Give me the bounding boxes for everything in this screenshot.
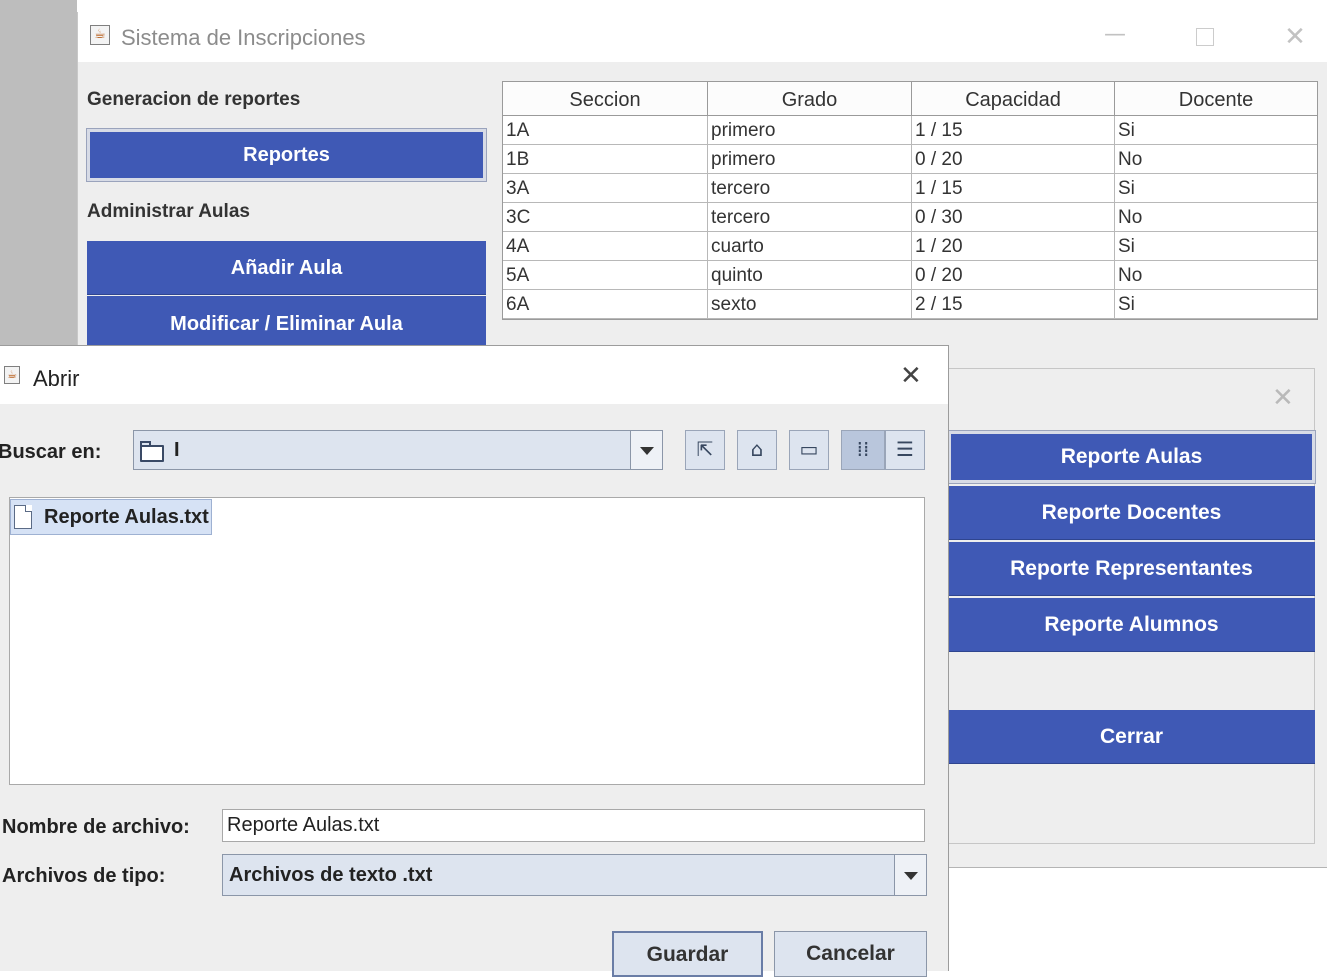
cell-capacidad: 1 / 20 — [912, 232, 1115, 261]
cell-capacidad: 2 / 15 — [912, 290, 1115, 319]
cell-seccion: 6A — [503, 290, 708, 319]
cell-capacidad: 0 / 30 — [912, 203, 1115, 232]
table-row[interactable]: 6A sexto 2 / 15 Si — [503, 290, 1317, 319]
desktop-background — [0, 0, 77, 345]
file-name: Reporte Aulas.txt — [44, 506, 209, 528]
table-row[interactable]: 1A primero 1 / 15 Si — [503, 116, 1317, 145]
new-folder-icon[interactable]: ▭ — [789, 430, 829, 470]
file-list[interactable]: Reporte Aulas.txt — [9, 497, 925, 785]
list-view-icon[interactable]: ⁞⁞ — [841, 430, 885, 470]
file-item[interactable]: Reporte Aulas.txt — [10, 499, 212, 535]
table-row[interactable]: 1B primero 0 / 20 No — [503, 145, 1317, 174]
cerrar-button[interactable]: Cerrar — [948, 710, 1315, 764]
column-header-seccion[interactable]: Seccion — [503, 82, 708, 116]
add-aula-button[interactable]: Añadir Aula — [87, 241, 486, 295]
cell-grado: cuarto — [708, 232, 912, 261]
main-window-title: Sistema de Inscripciones — [121, 25, 366, 50]
aulas-heading: Administrar Aulas — [87, 201, 250, 222]
dialog-close-icon[interactable]: ✕ — [900, 361, 922, 391]
reports-close-icon[interactable]: ✕ — [1272, 383, 1294, 413]
cell-docente: No — [1115, 145, 1317, 174]
cell-docente: Si — [1115, 290, 1317, 319]
cell-docente: Si — [1115, 232, 1317, 261]
look-in-label: Buscar en: — [0, 441, 102, 463]
close-icon[interactable]: ✕ — [1280, 22, 1310, 52]
filetype-label: Archivos de tipo: — [2, 865, 166, 887]
column-header-capacidad[interactable]: Capacidad — [912, 82, 1115, 116]
cell-seccion: 1A — [503, 116, 708, 145]
file-icon — [14, 505, 32, 529]
aulas-table[interactable]: Seccion Grado Capacidad Docente 1A prime… — [502, 81, 1318, 320]
cell-docente: No — [1115, 261, 1317, 290]
guardar-button[interactable]: Guardar — [612, 931, 763, 977]
table-row[interactable]: 3C tercero 0 / 30 No — [503, 203, 1317, 232]
up-folder-icon[interactable]: ⇱ — [685, 430, 725, 470]
look-in-value: I — [174, 439, 180, 461]
cell-grado: primero — [708, 145, 912, 174]
filename-field[interactable]: Reporte Aulas.txt — [222, 809, 925, 842]
filetype-combo[interactable]: Archivos de texto .txt — [222, 854, 927, 896]
filetype-value: Archivos de texto .txt — [229, 864, 433, 886]
dialog-title: Abrir — [33, 366, 80, 391]
reporte-alumnos-button[interactable]: Reporte Alumnos — [948, 598, 1315, 652]
reports-heading: Generacion de reportes — [87, 89, 301, 110]
filename-label: Nombre de archivo: — [2, 816, 190, 838]
table-header: Seccion Grado Capacidad Docente — [503, 82, 1317, 116]
home-icon[interactable]: ⌂ — [737, 430, 777, 470]
cell-capacidad: 0 / 20 — [912, 145, 1115, 174]
table-row[interactable]: 5A quinto 0 / 20 No — [503, 261, 1317, 290]
look-in-combo[interactable]: I — [133, 430, 663, 470]
dialog-title-bar: ☕ Abrir ✕ — [0, 346, 948, 404]
cell-capacidad: 1 / 15 — [912, 116, 1115, 145]
chevron-down-icon[interactable] — [894, 855, 926, 895]
maximize-icon[interactable] — [1190, 22, 1220, 52]
reporte-docentes-button[interactable]: Reporte Docentes — [948, 486, 1315, 540]
cancelar-button[interactable]: Cancelar — [774, 931, 927, 977]
chevron-down-icon[interactable] — [630, 431, 662, 469]
table-row[interactable]: 3A tercero 1 / 15 Si — [503, 174, 1317, 203]
cell-grado: tercero — [708, 174, 912, 203]
cell-seccion: 4A — [503, 232, 708, 261]
cell-seccion: 3A — [503, 174, 708, 203]
main-title-bar: ☕ Sistema de Inscripciones — ✕ — [78, 12, 1327, 62]
table-row[interactable]: 4A cuarto 1 / 20 Si — [503, 232, 1317, 261]
java-app-icon: ☕ — [90, 25, 110, 45]
cell-docente: Si — [1115, 174, 1317, 203]
reports-panel: ✕ Reporte Aulas Reporte Docentes Reporte… — [947, 368, 1316, 844]
open-file-dialog: ☕ Abrir ✕ Buscar en: I ⇱ ⌂ ▭ ⁞⁞ ☰ Report… — [0, 345, 949, 977]
java-app-icon: ☕ — [4, 366, 20, 384]
cell-seccion: 5A — [503, 261, 708, 290]
cell-grado: tercero — [708, 203, 912, 232]
cell-docente: Si — [1115, 116, 1317, 145]
reporte-aulas-button[interactable]: Reporte Aulas — [947, 430, 1316, 484]
cell-capacidad: 1 / 15 — [912, 174, 1115, 203]
details-view-icon[interactable]: ☰ — [885, 430, 925, 470]
cell-seccion: 3C — [503, 203, 708, 232]
reportes-button[interactable]: Reportes — [86, 128, 487, 182]
reporte-representantes-button[interactable]: Reporte Representantes — [948, 542, 1315, 596]
cell-docente: No — [1115, 203, 1317, 232]
cell-grado: sexto — [708, 290, 912, 319]
cell-grado: primero — [708, 116, 912, 145]
modify-aula-button[interactable]: Modificar / Eliminar Aula — [87, 296, 486, 352]
cell-grado: quinto — [708, 261, 912, 290]
cell-seccion: 1B — [503, 145, 708, 174]
column-header-grado[interactable]: Grado — [708, 82, 912, 116]
minimize-icon[interactable]: — — [1100, 22, 1130, 52]
cell-capacidad: 0 / 20 — [912, 261, 1115, 290]
column-header-docente[interactable]: Docente — [1115, 82, 1317, 116]
folder-icon — [140, 441, 164, 462]
